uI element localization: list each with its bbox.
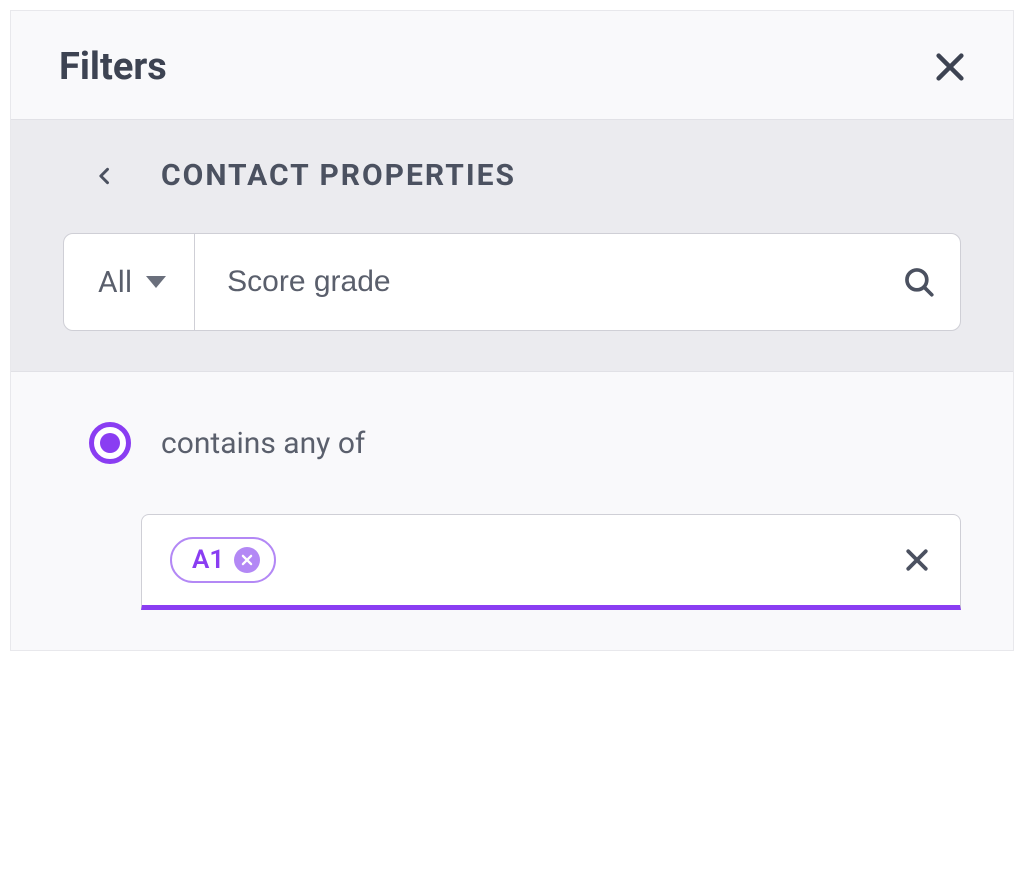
filters-panel: Filters CONTACT PROPERTIES All — [10, 10, 1014, 651]
panel-title: Filters — [59, 45, 167, 89]
close-icon[interactable] — [933, 50, 967, 84]
search-row: All — [63, 233, 961, 331]
property-type-dropdown[interactable]: All — [64, 234, 195, 330]
search-input-wrap — [195, 234, 960, 330]
panel-header: Filters — [11, 11, 1013, 119]
condition-value-input[interactable]: A1 — [141, 514, 961, 610]
section-header: CONTACT PROPERTIES — [11, 120, 1013, 225]
chevron-left-icon[interactable] — [95, 160, 115, 192]
value-chip: A1 — [170, 537, 276, 583]
value-chip-label: A1 — [192, 545, 224, 575]
condition-radio-label: contains any of — [161, 426, 365, 461]
condition-radio-contains-any[interactable]: contains any of — [89, 422, 961, 464]
property-search-input[interactable] — [225, 264, 902, 300]
filter-condition: contains any of A1 — [11, 372, 1013, 650]
clear-value-icon[interactable] — [902, 545, 932, 575]
section-title: CONTACT PROPERTIES — [161, 158, 516, 193]
property-search: All — [11, 225, 1013, 371]
search-icon[interactable] — [902, 265, 936, 299]
section-contact-properties: CONTACT PROPERTIES All — [11, 119, 1013, 372]
dropdown-label: All — [98, 265, 132, 300]
radio-selected-icon — [89, 422, 131, 464]
chevron-down-icon — [146, 276, 166, 288]
chip-remove-icon[interactable] — [234, 547, 260, 573]
